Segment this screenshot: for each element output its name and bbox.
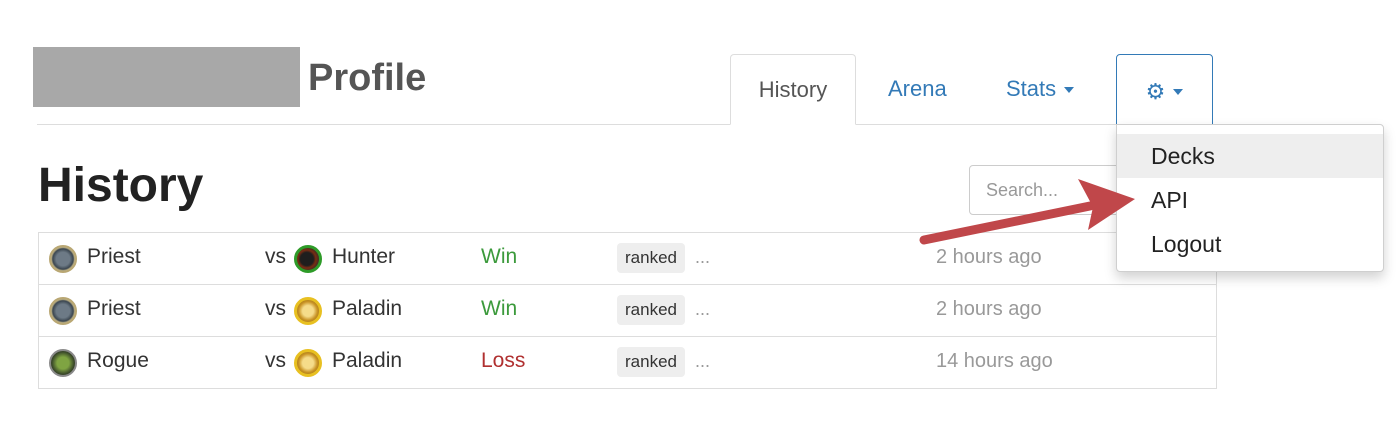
match-time: 2 hours ago bbox=[936, 246, 1042, 268]
settings-dropdown-menu: Decks API Logout bbox=[1116, 124, 1384, 272]
tab-history[interactable]: History bbox=[730, 54, 856, 125]
player-class: Priest bbox=[87, 297, 141, 320]
opponent-class: Paladin bbox=[332, 349, 403, 372]
tab-arena[interactable]: Arena bbox=[888, 75, 947, 103]
opponent-class: Paladin bbox=[332, 297, 403, 320]
tab-stats-label: Stats bbox=[1006, 76, 1057, 101]
menu-item-decks[interactable]: Decks bbox=[1117, 134, 1383, 178]
table-row[interactable]: Priest vs Paladin Win ranked ... 2 hours… bbox=[39, 284, 1216, 336]
match-result: Win bbox=[481, 245, 518, 268]
tab-stats[interactable]: Stats bbox=[1006, 75, 1075, 103]
vs-label: vs bbox=[265, 245, 286, 268]
nav-tabs-divider bbox=[37, 124, 1215, 125]
opponent-class: Hunter bbox=[332, 245, 396, 268]
match-result: Loss bbox=[481, 349, 526, 372]
more-ellipsis[interactable]: ... bbox=[695, 337, 710, 385]
table-row[interactable]: Rogue vs Paladin Loss ranked ... 14 hour… bbox=[39, 336, 1216, 389]
redacted-username bbox=[33, 47, 300, 107]
match-time: 2 hours ago bbox=[936, 298, 1042, 320]
profile-title: Profile bbox=[308, 57, 427, 99]
menu-item-api[interactable]: API bbox=[1117, 178, 1383, 222]
priest-class-icon bbox=[49, 245, 77, 273]
paladin-class-icon bbox=[294, 349, 322, 377]
tab-arena-label: Arena bbox=[888, 76, 947, 101]
tab-settings-dropdown[interactable]: ⚙ bbox=[1116, 54, 1213, 125]
priest-class-icon bbox=[49, 297, 77, 325]
vs-label: vs bbox=[265, 349, 286, 372]
match-time: 14 hours ago bbox=[936, 350, 1053, 372]
rogue-class-icon bbox=[49, 349, 77, 377]
mode-badge: ranked bbox=[617, 243, 685, 273]
player-class: Priest bbox=[87, 245, 141, 268]
chevron-down-icon bbox=[1173, 89, 1184, 96]
table-row[interactable]: Priest vs Hunter Win ranked ... 2 hours … bbox=[39, 232, 1216, 284]
gear-icon: ⚙ bbox=[1145, 79, 1166, 105]
mode-badge: ranked bbox=[617, 295, 685, 325]
search-input[interactable] bbox=[969, 165, 1139, 215]
player-class: Rogue bbox=[87, 349, 149, 372]
tab-history-label: History bbox=[758, 77, 828, 102]
more-ellipsis[interactable]: ... bbox=[695, 285, 710, 333]
history-table: Priest vs Hunter Win ranked ... 2 hours … bbox=[38, 232, 1217, 389]
more-ellipsis[interactable]: ... bbox=[695, 233, 710, 281]
page-heading: History bbox=[38, 159, 204, 212]
vs-label: vs bbox=[265, 297, 286, 320]
paladin-class-icon bbox=[294, 297, 322, 325]
match-result: Win bbox=[481, 297, 518, 320]
menu-item-logout[interactable]: Logout bbox=[1117, 222, 1383, 266]
mode-badge: ranked bbox=[617, 347, 685, 377]
chevron-down-icon bbox=[1064, 87, 1075, 94]
hunter-class-icon bbox=[294, 245, 322, 273]
